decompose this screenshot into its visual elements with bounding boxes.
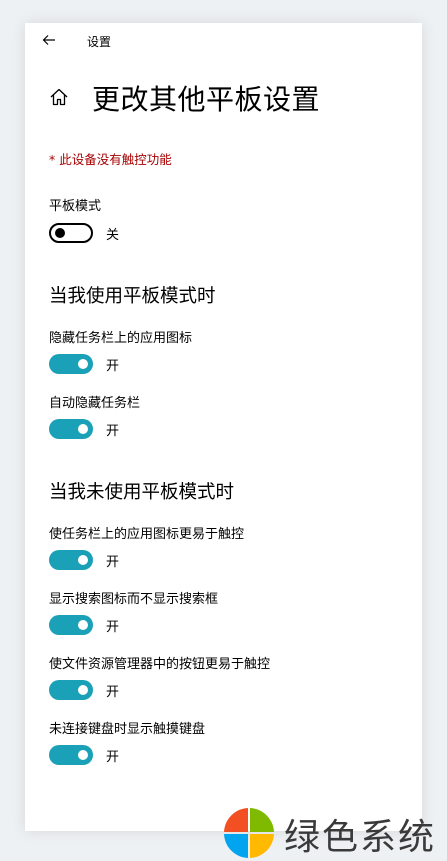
watermark: 绿色系统 (222, 806, 447, 861)
toggle-switch[interactable] (49, 615, 93, 635)
toggle-state-label: 开 (106, 749, 120, 765)
tablet-mode-toggle[interactable]: 关 (49, 222, 119, 244)
toggle-knob (78, 424, 88, 434)
toggle-knob (78, 750, 88, 760)
settings-window: 设置 更改其他平板设置 * 此设备没有触控功能 平板模式 关 当我使用平板模式时… (25, 23, 422, 831)
back-button[interactable] (39, 31, 59, 49)
toggle-state-label: 关 (106, 227, 120, 243)
toggle-knob (78, 359, 88, 369)
title-bar: 设置 (25, 23, 422, 57)
toggle-state-label: 开 (106, 423, 120, 439)
no-touch-warning: * 此设备没有触控功能 (49, 152, 172, 167)
touch-friendly-icons-label: 使任务栏上的应用图标更易于触控 (49, 527, 245, 542)
toggle-switch[interactable] (49, 419, 93, 439)
home-icon[interactable] (49, 87, 69, 107)
search-icon-setting-label: 显示搜索图标而不显示搜索框 (49, 592, 219, 607)
toggle-state-label: 开 (106, 619, 120, 635)
explorer-touch-toggle[interactable]: 开 (49, 679, 119, 701)
auto-hide-taskbar-label: 自动隐藏任务栏 (49, 396, 141, 411)
toggle-switch[interactable] (49, 550, 93, 570)
toggle-state-label: 开 (106, 554, 120, 570)
toggle-switch[interactable] (49, 354, 93, 374)
toggle-state-label: 开 (106, 684, 120, 700)
hide-app-icons-label: 隐藏任务栏上的应用图标 (49, 331, 193, 346)
page-title: 更改其他平板设置 (92, 83, 321, 116)
toggle-knob (55, 228, 65, 238)
window-title: 设置 (87, 35, 112, 49)
tablet-mode-label: 平板模式 (49, 199, 102, 214)
search-icon-setting-toggle[interactable]: 开 (49, 614, 119, 636)
toggle-switch[interactable] (49, 745, 93, 765)
touch-keyboard-label: 未连接键盘时显示触摸键盘 (49, 722, 206, 737)
watermark-text: 绿色系统 (284, 817, 437, 858)
toggle-switch[interactable] (49, 680, 93, 700)
section-title-not-using: 当我未使用平板模式时 (49, 482, 235, 503)
hide-app-icons-toggle[interactable]: 开 (49, 353, 119, 375)
auto-hide-taskbar-toggle[interactable]: 开 (49, 418, 119, 440)
toggle-knob (78, 620, 88, 630)
section-title-using: 当我使用平板模式时 (49, 286, 216, 307)
touch-keyboard-toggle[interactable]: 开 (49, 744, 119, 766)
toggle-state-label: 开 (106, 358, 120, 374)
touch-friendly-icons-toggle[interactable]: 开 (49, 549, 119, 571)
windows-logo-icon (224, 808, 274, 858)
arrow-left-icon (42, 35, 55, 45)
explorer-touch-label: 使文件资源管理器中的按钮更易于触控 (49, 657, 271, 672)
toggle-knob (78, 555, 88, 565)
toggle-knob (78, 685, 88, 695)
toggle-switch[interactable] (49, 223, 93, 243)
